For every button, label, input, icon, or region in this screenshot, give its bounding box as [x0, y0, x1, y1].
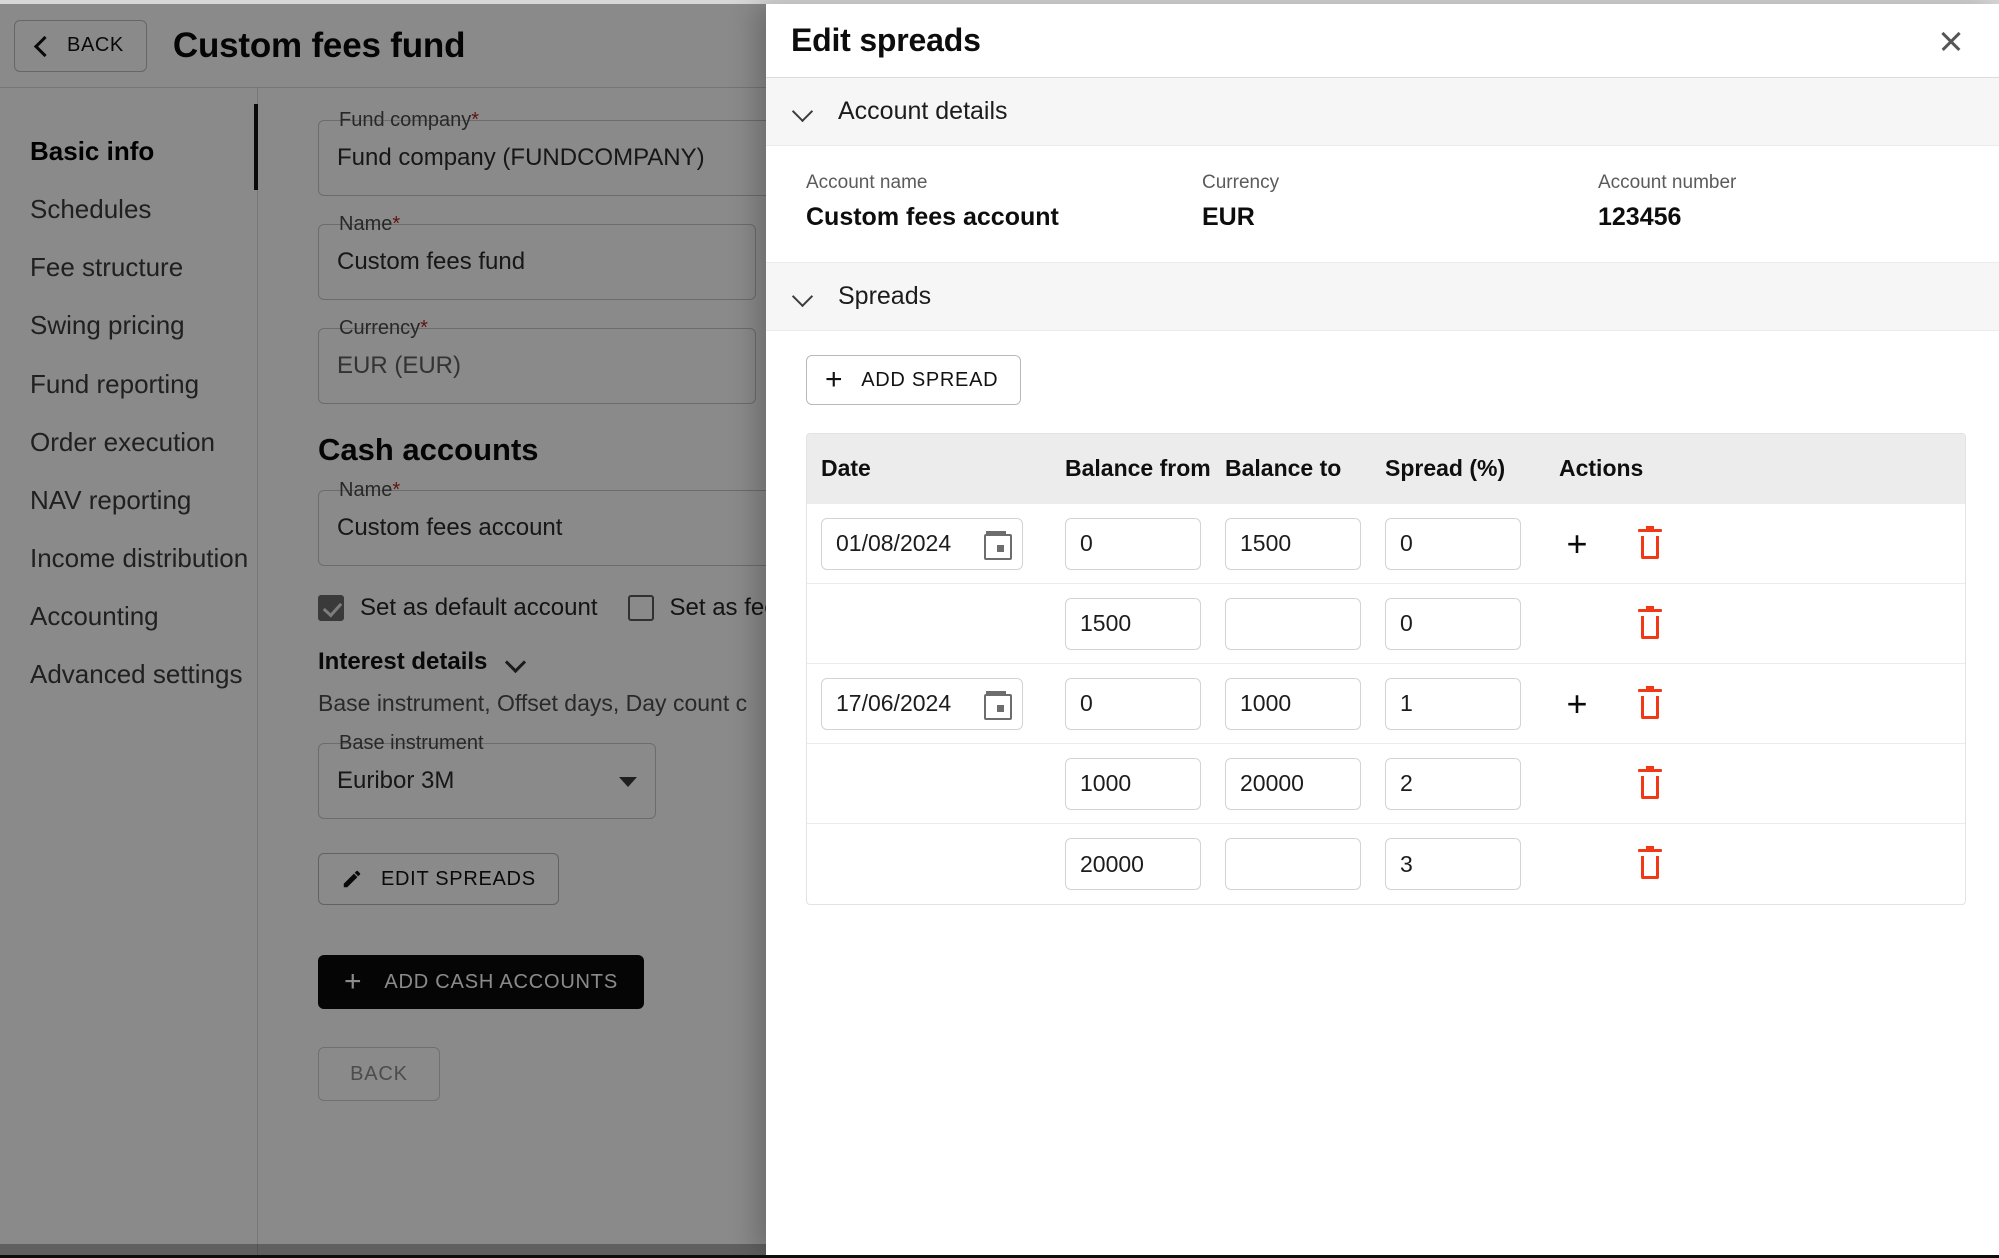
balance-from-value: 20000 [1080, 850, 1144, 877]
column-header-actions: Actions [1559, 455, 1644, 481]
balance-to-value: 1500 [1240, 530, 1292, 556]
account-details-grid: Account name Custom fees account Currenc… [766, 146, 1999, 263]
delete-row-button[interactable] [1635, 605, 1665, 641]
add-spread-button[interactable]: + ADD SPREAD [806, 355, 1022, 405]
delete-row-button[interactable] [1635, 685, 1665, 721]
balance-from-value: 0 [1080, 690, 1093, 716]
column-header-balance-to: Balance to [1225, 455, 1342, 481]
table-header-row: Date Balance from Balance to Spread (%) … [807, 434, 1965, 504]
add-tier-button[interactable]: + [1559, 685, 1595, 722]
table-row: 17/06/2024 0 1000 1 + [807, 664, 1965, 744]
calendar-icon[interactable] [984, 530, 1012, 560]
add-tier-button[interactable]: + [1559, 525, 1595, 562]
table-row: 1000 20000 2 + [807, 744, 1965, 824]
app-screen: BACK Custom fees fund Basic info Schedul… [0, 0, 1999, 1258]
dialog-empty-space [806, 905, 1999, 1235]
column-header-spread: Spread (%) [1385, 455, 1506, 481]
spread-input[interactable]: 0 [1385, 517, 1521, 570]
spread-value: 0 [1400, 610, 1413, 636]
account-number-value: 123456 [1598, 203, 1682, 231]
balance-to-input[interactable]: 20000 [1225, 757, 1361, 810]
spread-input[interactable]: 1 [1385, 677, 1521, 730]
balance-from-value: 1500 [1080, 610, 1132, 636]
date-input[interactable]: 01/08/2024 [821, 517, 1023, 570]
balance-from-value: 0 [1080, 530, 1093, 556]
account-name-label: Account name [806, 172, 928, 193]
account-number-field: Account number 123456 [1598, 172, 1994, 232]
spread-input[interactable]: 3 [1385, 838, 1521, 890]
column-header-date: Date [821, 455, 871, 481]
column-header-balance-from: Balance from [1065, 455, 1211, 481]
date-input-value: 01/08/2024 [836, 530, 952, 556]
chevron-down-icon [792, 289, 816, 305]
balance-to-value: 20000 [1240, 770, 1304, 796]
add-spread-label: ADD SPREAD [861, 368, 999, 391]
table-row: 20000 3 + [807, 824, 1965, 904]
spreads-body: + ADD SPREAD Date Balance from Balance t… [766, 331, 1999, 1235]
balance-to-input[interactable]: 1500 [1225, 517, 1361, 570]
currency-field: Currency EUR [1202, 172, 1598, 232]
spreads-label: Spreads [838, 282, 932, 310]
balance-from-input[interactable]: 0 [1065, 677, 1201, 730]
currency-value: EUR [1202, 203, 1255, 231]
account-details-label: Account details [838, 97, 1008, 125]
account-details-section-header[interactable]: Account details [766, 78, 1999, 146]
delete-row-button[interactable] [1635, 765, 1665, 801]
spread-input[interactable]: 2 [1385, 757, 1521, 810]
balance-to-input[interactable] [1225, 597, 1361, 650]
dialog-title: Edit spreads [791, 22, 981, 58]
account-name-field: Account name Custom fees account [806, 172, 1202, 232]
spreads-table: Date Balance from Balance to Spread (%) … [806, 433, 1966, 905]
balance-to-input[interactable]: 1000 [1225, 677, 1361, 730]
balance-to-input[interactable] [1225, 838, 1361, 890]
delete-row-button[interactable] [1635, 846, 1665, 881]
table-row: 01/08/2024 0 1500 0 + [807, 504, 1965, 584]
delete-row-button[interactable] [1635, 525, 1665, 561]
dialog-header: Edit spreads [766, 4, 1999, 78]
calendar-icon[interactable] [984, 690, 1012, 720]
chevron-down-icon [792, 104, 816, 120]
plus-icon: + [825, 363, 844, 396]
spread-value: 2 [1400, 770, 1413, 796]
spread-input[interactable]: 0 [1385, 597, 1521, 650]
account-number-label: Account number [1598, 172, 1737, 193]
modal-backdrop[interactable] [0, 0, 766, 1258]
spread-value: 0 [1400, 530, 1413, 556]
edit-spreads-dialog: Edit spreads Account details Account nam… [766, 4, 1999, 1255]
date-input[interactable]: 17/06/2024 [821, 677, 1023, 730]
balance-from-input[interactable]: 20000 [1065, 838, 1201, 890]
balance-from-input[interactable]: 0 [1065, 517, 1201, 570]
currency-label: Currency [1202, 172, 1280, 193]
balance-from-input[interactable]: 1500 [1065, 597, 1201, 650]
close-icon[interactable] [1931, 21, 1971, 61]
spread-value: 3 [1400, 850, 1413, 877]
balance-from-value: 1000 [1080, 770, 1132, 796]
balance-to-value: 1000 [1240, 690, 1292, 716]
balance-from-input[interactable]: 1000 [1065, 757, 1201, 810]
account-name-value: Custom fees account [806, 203, 1059, 231]
spreads-section-header[interactable]: Spreads [766, 263, 1999, 331]
spread-value: 1 [1400, 690, 1413, 716]
table-row: 1500 0 + [807, 584, 1965, 664]
date-input-value: 17/06/2024 [836, 690, 952, 716]
